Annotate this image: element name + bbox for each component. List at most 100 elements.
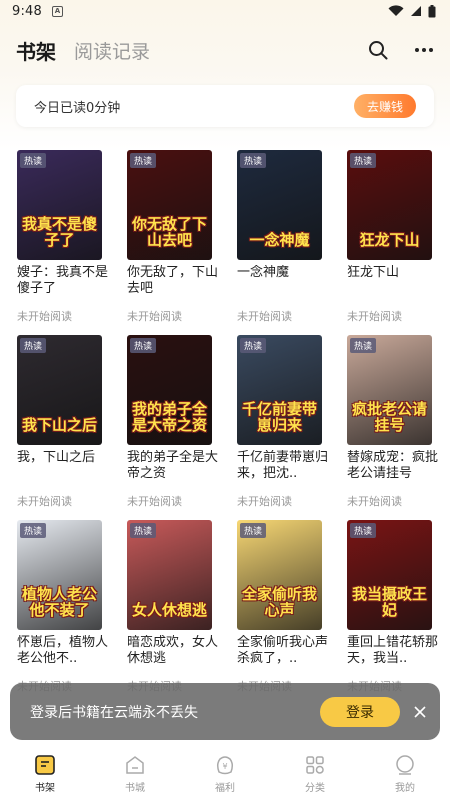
hot-badge: 热读 [350,523,377,538]
reading-status: 未开始阅读 [17,310,72,323]
book-title: 怀崽后，植物人老公他不.. [17,635,109,666]
hot-badge: 热读 [240,153,267,168]
book-cover[interactable]: 热读狂龙下山 [347,150,432,260]
cover-title-art: 我当摄政王妃 [351,585,427,619]
reading-status: 未开始阅读 [237,310,292,323]
cover-title-art: 一念神魔 [249,231,310,249]
reading-status: 未开始阅读 [347,310,402,323]
book-cover[interactable]: 热读你无敌了下山去吧 [127,150,212,260]
book-item[interactable]: 热读千亿前妻带崽归来千亿前妻带崽归来，把沈.. 未开始阅读 [237,335,337,509]
nav-label: 我的 [395,783,415,794]
more-icon[interactable] [414,47,434,53]
search-icon[interactable] [368,40,388,60]
bookstore-icon [126,756,144,774]
book-title: 你无敌了，下山去吧 [127,265,219,296]
book-title: 我，下山之后 [17,450,96,465]
book-cover[interactable]: 热读植物人老公他不装了 [17,520,102,630]
book-item[interactable]: 热读你无敌了下山去吧你无敌了，下山去吧未开始阅读 [127,150,227,324]
profile-icon [396,755,414,775]
reading-status: 未开始阅读 [17,495,72,508]
book-title: 重回上错花轿那天，我当.. [347,635,439,666]
nav-label: 书城 [125,783,145,794]
book-item[interactable]: 热读 一念神魔 一念神魔 未开始阅读 [237,150,337,324]
bottom-nav: 书架 书城 ¥ 福利 分类 我的 [0,748,450,800]
nav-welfare[interactable]: ¥ 福利 [180,748,270,800]
book-cover[interactable]: 热读我的弟子全是大帝之资 [127,335,212,445]
book-title: 替嫁成宠：疯批老公请挂号 [347,450,439,481]
book-cover[interactable]: 热读 我当摄政王妃 [347,520,432,630]
reading-time-text: 今日已读0分钟 [34,100,121,116]
cover-title-art: 我的弟子全是大帝之资 [131,400,207,434]
category-icon [306,756,324,774]
book-cover[interactable]: 热读 我下山之后 [17,335,102,445]
reading-status: 未开始阅读 [237,495,292,508]
nav-category[interactable]: 分类 [270,748,360,800]
battery-icon [428,4,436,17]
book-item[interactable]: 热读植物人老公他不装了怀崽后，植物人老公他不..未开始阅读 [17,520,117,694]
book-cover[interactable]: 热读 我真不是傻子了 [17,150,102,260]
login-prompt-banner: 登录后书籍在云端永不丢失 登录 [10,683,440,740]
status-time: 9:48 [12,3,42,19]
book-cover[interactable]: 热读 全家偷听我心声 [237,520,322,630]
cover-title-art: 你无敌了下山去吧 [131,215,207,249]
reading-status: 未开始阅读 [347,495,402,508]
cover-title-art: 疯批老公请挂号 [351,400,427,434]
hot-badge: 热读 [350,338,377,353]
hot-badge: 热读 [240,523,267,538]
reading-status: 未开始阅读 [127,310,182,323]
book-title: 暗恋成欢，女人休想逃 [127,635,219,666]
book-cover[interactable]: 热读 疯批老公请挂号 [347,335,432,445]
signal-icon [411,6,421,16]
hot-badge: 热读 [20,153,47,168]
cover-title-art: 狂龙下山 [359,231,420,249]
book-title: 千亿前妻带崽归来，把沈.. [237,450,329,481]
book-item[interactable]: 热读我真不是傻子了嫂子：我真不是傻子了未开始阅读 [17,150,117,324]
welfare-icon: ¥ [216,756,234,775]
hot-badge: 热读 [130,338,157,353]
reading-time-card: 今日已读0分钟 去赚钱 [16,85,434,127]
hot-badge: 热读 [20,338,47,353]
book-item[interactable]: 热读 狂龙下山 狂龙下山 未开始阅读 [347,150,447,324]
header: 书架 阅读记录 [0,30,450,70]
close-icon[interactable] [414,705,426,718]
book-cover[interactable]: 热读一念神魔 [237,150,322,260]
hot-badge: 热读 [130,153,157,168]
book-title: 全家偷听我心声杀疯了，.. [237,635,329,666]
login-prompt-text: 登录后书籍在云端永不丢失 [30,704,198,721]
reading-status: 未开始阅读 [127,495,182,508]
hot-badge: 热读 [20,523,47,538]
nav-label: 书架 [35,783,55,794]
nav-bookstore[interactable]: 书城 [90,748,180,800]
cover-title-art: 我真不是傻子了 [21,215,97,249]
cover-title-art: 我下山之后 [21,416,97,434]
nav-label: 福利 [215,783,235,794]
svg-text:¥: ¥ [222,762,227,771]
cover-title-art: 千亿前妻带崽归来 [241,400,317,434]
nav-bookshelf[interactable]: 书架 [0,748,90,800]
tab-bookshelf[interactable]: 书架 [16,36,56,65]
earn-money-button[interactable]: 去赚钱 [354,94,416,118]
book-cover[interactable]: 热读千亿前妻带崽归来 [237,335,322,445]
book-item[interactable]: 热读全家偷听我心声全家偷听我心声杀疯了，..未开始阅读 [237,520,337,694]
cover-title-art: 植物人老公他不装了 [21,585,97,619]
nav-profile[interactable]: 我的 [360,748,450,800]
login-button[interactable]: 登录 [320,696,400,727]
book-title: 狂龙下山 [347,265,400,280]
book-cover[interactable]: 热读 女人休想逃 [127,520,212,630]
bookshelf-icon [35,755,55,775]
nav-label: 分类 [305,783,325,794]
wifi-icon [388,5,404,17]
book-item[interactable]: 热读疯批老公请挂号替嫁成宠：疯批老公请挂号未开始阅读 [347,335,447,509]
book-item[interactable]: 热读我当摄政王妃重回上错花轿那天，我当..未开始阅读 [347,520,447,694]
book-item[interactable]: 热读女人休想逃暗恋成欢，女人休想逃未开始阅读 [127,520,227,694]
hot-badge: 热读 [350,153,377,168]
hot-badge: 热读 [240,338,267,353]
book-item[interactable]: 热读我下山之后我，下山之后 未开始阅读 [17,335,117,509]
cover-title-art: 女人休想逃 [131,601,207,619]
book-item[interactable]: 热读我的弟子全是大帝之资 我的弟子全是大帝之资未开始阅读 [127,335,227,509]
status-bar: 9:48 A [0,0,450,22]
book-title: 一念神魔 [237,265,290,280]
tab-reading-history[interactable]: 阅读记录 [74,37,150,64]
notification-icon: A [52,5,63,17]
book-title: 嫂子：我真不是傻子了 [17,265,109,296]
